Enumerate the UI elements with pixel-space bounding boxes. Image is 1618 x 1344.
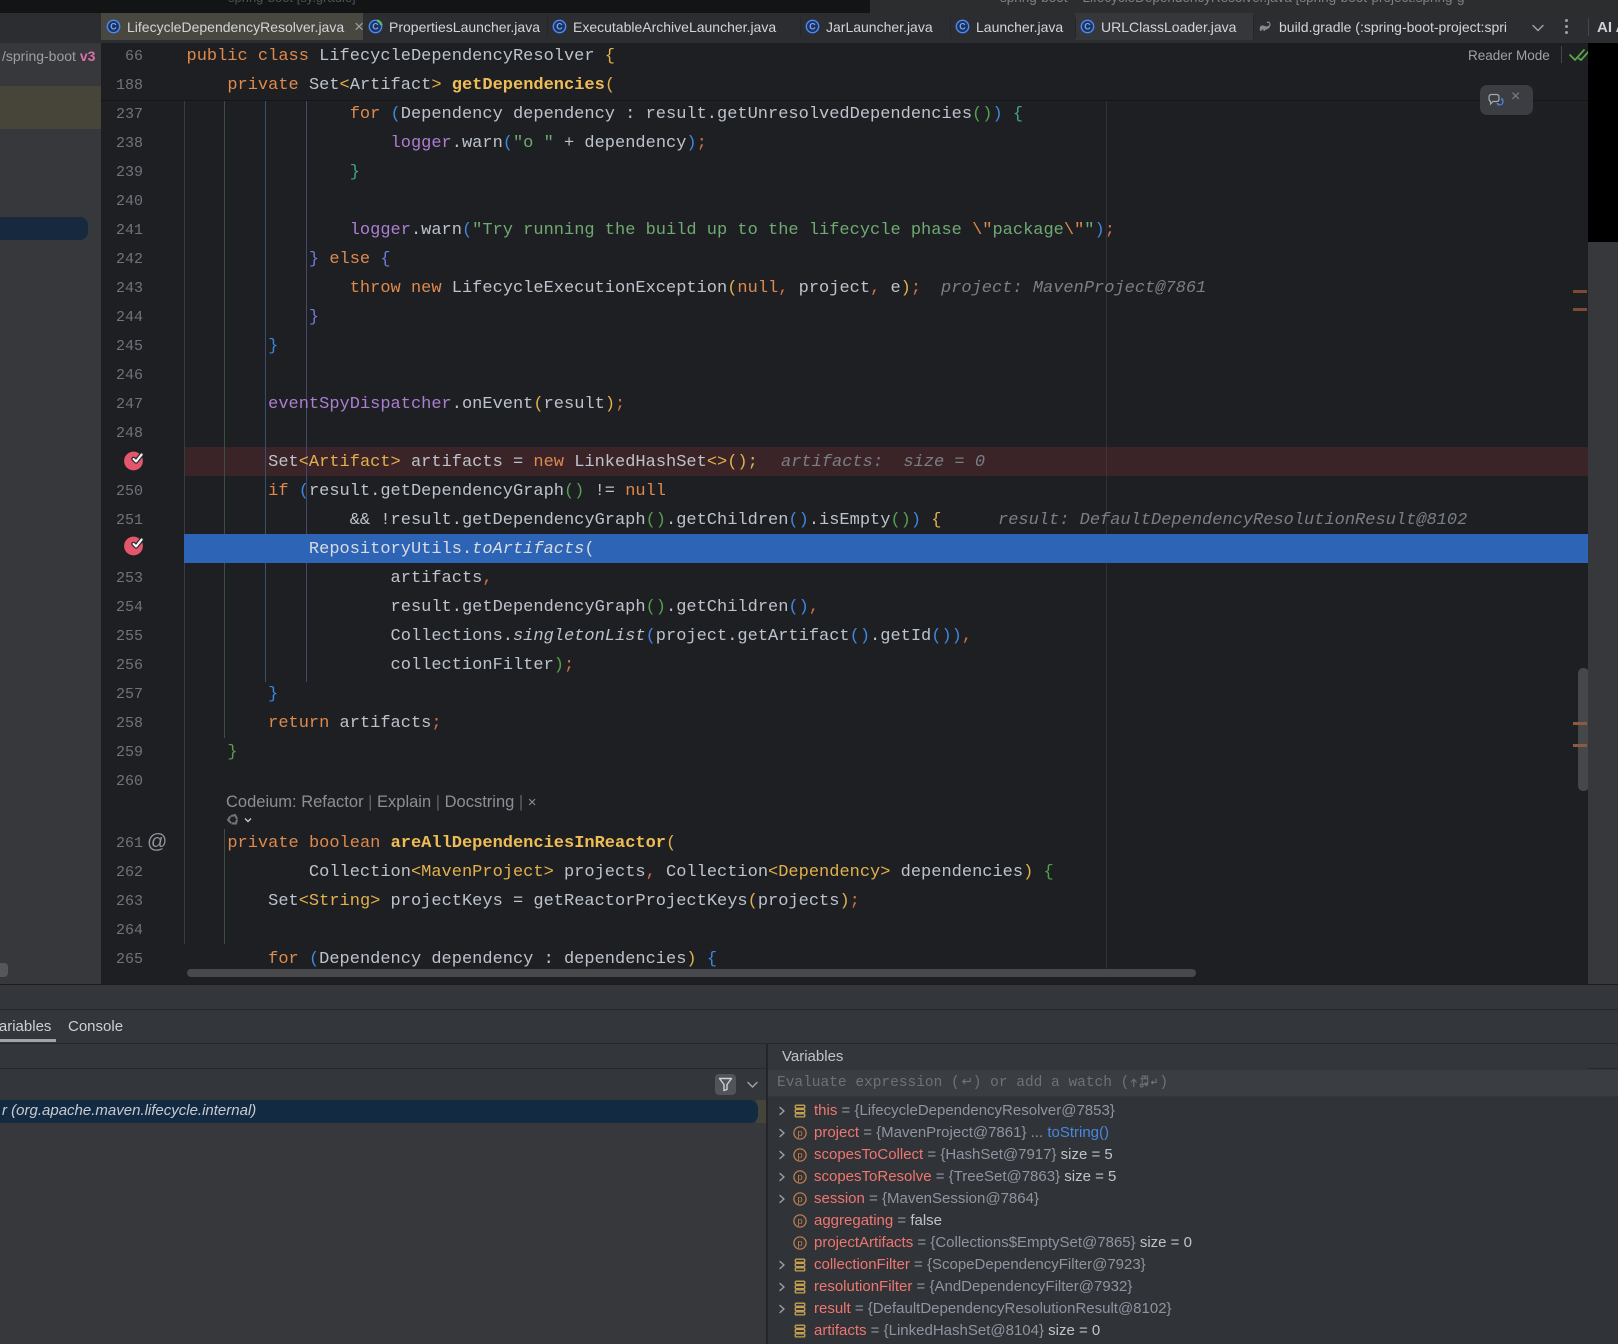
svg-text:p: p — [797, 1238, 802, 1249]
svg-text:p: p — [797, 1172, 802, 1183]
svg-text:p: p — [797, 1194, 802, 1205]
svg-text:p: p — [797, 1128, 802, 1139]
svg-text:p: p — [797, 1216, 802, 1227]
svg-text:p: p — [797, 1150, 802, 1161]
